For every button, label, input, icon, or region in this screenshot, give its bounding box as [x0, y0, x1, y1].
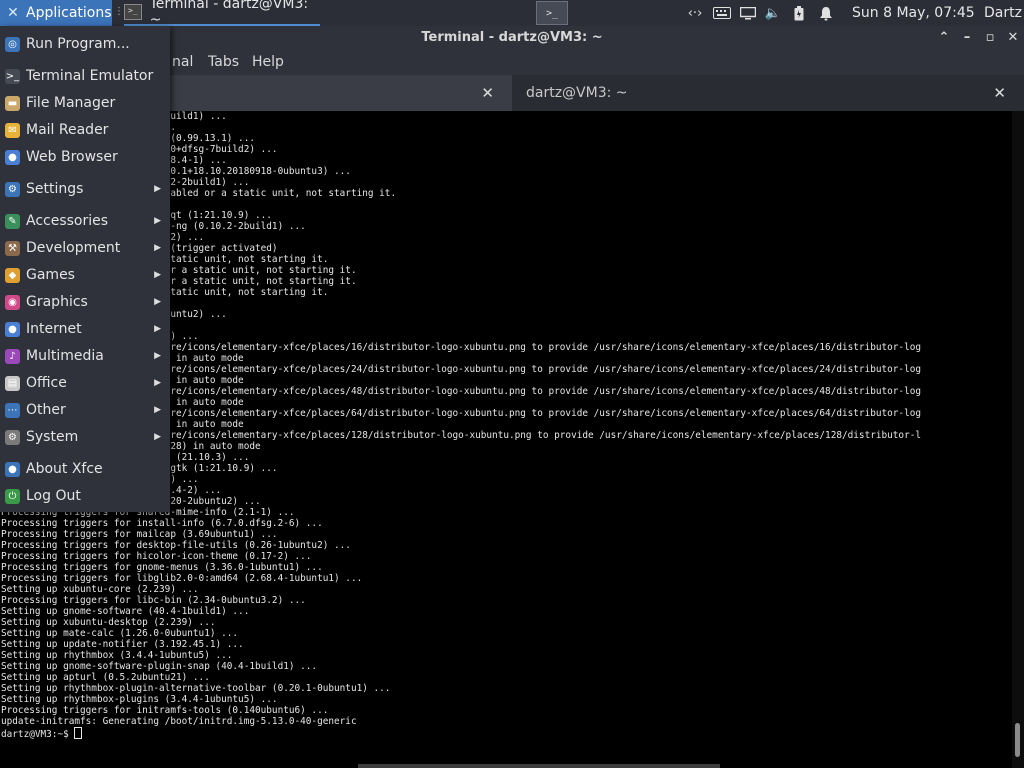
- games-icon: ◆: [5, 267, 20, 283]
- tab-close-icon[interactable]: ✕: [993, 84, 1006, 102]
- menu-item-log-out[interactable]: ⏻ Log Out: [0, 483, 170, 509]
- office-icon: ▤: [5, 375, 20, 391]
- menu-item-label: Multimedia: [26, 348, 104, 364]
- applications-label: Applications: [26, 5, 112, 21]
- scrollbar-thumb[interactable]: [1015, 723, 1020, 757]
- submenu-arrow-icon: ▶: [154, 378, 161, 388]
- scrollbar[interactable]: [1012, 111, 1024, 768]
- submenu-arrow-icon: ▶: [154, 297, 161, 307]
- submenu-arrow-icon: ▶: [154, 243, 161, 253]
- menu-item-label: Accessories: [26, 213, 109, 229]
- menu-item-file-manager[interactable]: ▬ File Manager: [0, 90, 170, 116]
- folder-icon: ▬: [5, 95, 20, 111]
- tab-close-icon[interactable]: ✕: [481, 84, 494, 102]
- menu-item-web-browser[interactable]: ● Web Browser: [0, 144, 170, 170]
- internet-icon: ●: [5, 321, 20, 337]
- submenu-arrow-icon: ▶: [154, 351, 161, 361]
- applications-menu-button[interactable]: ✕ Applications: [0, 0, 112, 26]
- menu-item-terminal-emulator[interactable]: >_ Terminal Emulator: [0, 63, 170, 89]
- keyboard-icon[interactable]: [710, 0, 734, 26]
- menu-item-label: Development: [26, 240, 121, 256]
- taskbar-handle[interactable]: ⋮: [114, 6, 124, 20]
- submenu-arrow-icon: ▶: [154, 405, 161, 415]
- menu-item-label: Mail Reader: [26, 122, 109, 138]
- taskbar-title: Terminal - dartz@VM3: ~: [149, 0, 309, 28]
- menu-item-label: Settings: [26, 181, 84, 197]
- multimedia-icon: ♪: [5, 348, 20, 364]
- clock[interactable]: Sun 8 May, 07:45: [852, 0, 975, 26]
- submenu-arrow-icon: ▶: [154, 432, 161, 442]
- close-icon[interactable]: ✕: [1004, 29, 1022, 47]
- run-program-icon: ◎: [5, 36, 20, 52]
- menu-item-label: Games: [26, 267, 75, 283]
- terminal-icon: >_: [5, 68, 20, 84]
- menu-item-label: Office: [26, 375, 67, 391]
- menu-item-development[interactable]: ⚒ Development ▶: [0, 235, 170, 261]
- top-panel: ✕ Applications ⋮ >_ Terminal - dartz@VM3…: [0, 0, 1024, 28]
- menu-item-label: Terminal Emulator: [26, 68, 154, 84]
- menu-item-label: Run Program...: [26, 36, 130, 52]
- xfce-logo-icon: ✕: [7, 5, 19, 21]
- development-icon: ⚒: [5, 240, 20, 256]
- menu-terminal[interactable]: nal: [172, 54, 193, 70]
- applications-menu: ◎ Run Program... >_ Terminal Emulator ▬ File …: [0, 26, 170, 512]
- menu-item-games[interactable]: ◆ Games ▶: [0, 262, 170, 288]
- settings-icon: ⚙: [5, 181, 20, 197]
- submenu-arrow-icon: ▶: [154, 324, 161, 334]
- submenu-arrow-icon: ▶: [154, 270, 161, 280]
- menu-item-label: Web Browser: [26, 149, 118, 165]
- menu-item-label: Log Out: [26, 488, 81, 504]
- mail-icon: ✉: [5, 122, 20, 138]
- shade-icon[interactable]: ⌃: [935, 29, 953, 47]
- taskbar-terminal-button[interactable]: >_ Terminal - dartz@VM3: ~: [124, 0, 320, 28]
- tab-2[interactable]: dartz@VM3: ~ ✕: [512, 75, 1024, 111]
- other-icon: ⋯: [5, 402, 20, 418]
- minimize-icon[interactable]: –: [958, 29, 976, 47]
- menu-item-other[interactable]: ⋯ Other ▶: [0, 397, 170, 423]
- xfce-icon: ●: [5, 461, 20, 477]
- graphics-icon: ◉: [5, 294, 20, 310]
- menu-item-about-xfce[interactable]: ● About Xfce: [0, 456, 170, 482]
- terminal-launcher-button[interactable]: >_: [536, 1, 568, 25]
- menu-item-label: About Xfce: [26, 461, 103, 477]
- menu-item-internet[interactable]: ● Internet ▶: [0, 316, 170, 342]
- display-icon[interactable]: [737, 0, 759, 26]
- maximize-icon[interactable]: ▫: [981, 29, 999, 47]
- submenu-arrow-icon: ▶: [154, 216, 161, 226]
- menu-item-system[interactable]: ⚙ System ▶: [0, 424, 170, 450]
- menu-item-label: Internet: [26, 321, 82, 337]
- menu-item-multimedia[interactable]: ♪ Multimedia ▶: [0, 343, 170, 369]
- volume-icon[interactable]: 🔈: [762, 0, 784, 26]
- web-browser-icon: ●: [5, 149, 20, 165]
- terminal-icon: >_: [545, 7, 559, 19]
- accessories-icon: ✎: [5, 213, 20, 229]
- menu-item-label: File Manager: [26, 95, 116, 111]
- text-cursor: [74, 727, 83, 739]
- menu-item-label: System: [26, 429, 79, 445]
- menu-item-mail-reader[interactable]: ✉ Mail Reader: [0, 117, 170, 143]
- network-icon[interactable]: ‹·›: [684, 0, 706, 26]
- menu-help[interactable]: Help: [252, 54, 284, 70]
- menu-tabs[interactable]: Tabs: [208, 54, 239, 70]
- system-icon: ⚙: [5, 429, 20, 445]
- notification-bell-icon[interactable]: [815, 0, 837, 26]
- horizontal-indicator: [358, 764, 720, 768]
- menu-item-office[interactable]: ▤ Office ▶: [0, 370, 170, 396]
- menu-item-label: Graphics: [26, 294, 88, 310]
- menu-item-run-program[interactable]: ◎ Run Program...: [0, 31, 170, 57]
- battery-icon[interactable]: [789, 0, 809, 26]
- menu-item-label: Other: [26, 402, 66, 418]
- terminal-icon: >_: [124, 4, 142, 20]
- menu-item-accessories[interactable]: ✎ Accessories ▶: [0, 208, 170, 234]
- tab-label: dartz@VM3: ~: [526, 85, 628, 101]
- submenu-arrow-icon: ▶: [154, 184, 161, 194]
- log-out-icon: ⏻: [5, 488, 20, 504]
- menu-item-settings[interactable]: ⚙ Settings ▶: [0, 176, 170, 202]
- user-menu[interactable]: Dartz: [984, 0, 1022, 26]
- menu-item-graphics[interactable]: ◉ Graphics ▶: [0, 289, 170, 315]
